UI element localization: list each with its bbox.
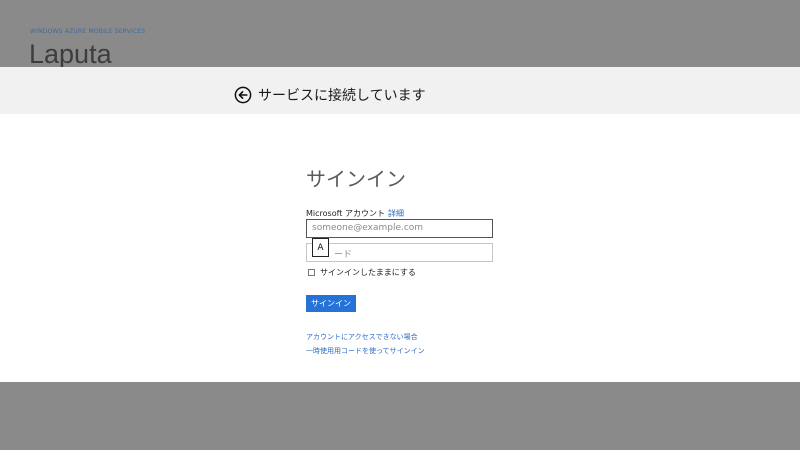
password-field[interactable]: ード — [306, 243, 493, 262]
back-button[interactable] — [234, 86, 252, 104]
signin-title: サインイン — [306, 167, 406, 191]
header-title: サービスに接続しています — [258, 88, 426, 104]
email-placeholder: someone@example.com — [312, 223, 424, 233]
keep-signed-in-label: サインインしたままにする — [320, 268, 416, 277]
details-link[interactable]: 詳細 — [388, 209, 404, 218]
keep-signed-in-row[interactable]: サインインしたままにする — [308, 267, 416, 278]
account-label: Microsoft アカウント 詳細 — [306, 208, 404, 219]
password-placeholder: ード — [334, 250, 353, 260]
keep-signed-in-checkbox[interactable] — [308, 269, 315, 276]
signin-button[interactable]: サインイン — [306, 295, 356, 312]
app-title: Laputa — [29, 39, 112, 69]
account-label-text: Microsoft アカウント — [306, 209, 385, 218]
back-arrow-circle-icon — [234, 86, 252, 104]
one-time-code-link[interactable]: 一時使用用コードを使ってサインイン — [306, 346, 425, 356]
cant-access-account-link[interactable]: アカウントにアクセスできない場合 — [306, 332, 418, 342]
app-subtitle: WINDOWS AZURE MOBILE SERVICES — [30, 28, 146, 35]
email-field[interactable]: someone@example.com — [306, 219, 493, 238]
ime-mode-indicator: A — [312, 238, 329, 257]
